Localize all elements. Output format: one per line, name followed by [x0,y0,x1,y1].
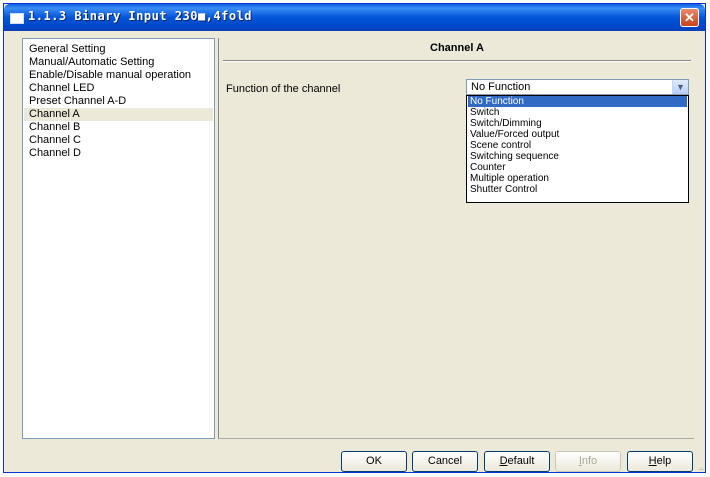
sidebar-item-preset-channel[interactable]: Preset Channel A-D [24,95,213,108]
option-shutter-control[interactable]: Shutter Control [468,184,687,195]
ok-button[interactable]: OK [341,451,407,472]
option-switching-sequence[interactable]: Switching sequence [468,151,687,162]
sidebar-item-channel-a[interactable]: Channel A [24,108,213,121]
chevron-down-icon[interactable]: ▼ [672,80,688,94]
help-label: elp [656,455,672,467]
option-counter[interactable]: Counter [468,162,687,173]
sidebar-item-channel-c[interactable]: Channel C [24,134,213,147]
window-title: 1.1.3 Binary Input 230■,4fold [28,9,253,23]
function-dropdown-value: No Function [471,81,531,93]
help-button[interactable]: Help [627,451,693,472]
sidebar-item-manual-automatic-setting[interactable]: Manual/Automatic Setting [24,56,213,69]
panel-title: Channel A [430,42,484,54]
function-label: Function of the channel [226,83,341,95]
option-scene-control[interactable]: Scene control [468,140,687,151]
close-button[interactable]: ✕ [680,8,699,27]
resize-grip-icon[interactable]: ∸ [698,465,708,475]
function-options-list: No Function Switch Switch/Dimming Value/… [466,95,689,203]
title-bar[interactable]: 1.1.3 Binary Input 230■,4fold ✕ [4,4,705,31]
sidebar-item-general-setting[interactable]: General Setting [24,43,213,56]
window-icon [10,13,24,24]
option-switch-dimming[interactable]: Switch/Dimming [468,118,687,129]
help-accel: H [648,455,657,467]
option-switch[interactable]: Switch [468,107,687,118]
default-accel: D [499,455,508,467]
option-value-forced-output[interactable]: Value/Forced output [468,129,687,140]
info-button[interactable]: Info [555,451,621,472]
sidebar-list: General Setting Manual/Automatic Setting… [22,38,215,439]
cancel-button[interactable]: Cancel [412,451,478,472]
title-divider [223,60,691,62]
sidebar-item-channel-d[interactable]: Channel D [24,147,213,160]
sidebar-item-channel-led[interactable]: Channel LED [24,82,213,95]
settings-panel: Channel A Function of the channel No Fun… [218,38,694,439]
option-no-function[interactable]: No Function [468,96,687,107]
info-label: nfo [581,455,598,467]
default-button[interactable]: Default [484,451,550,472]
function-dropdown[interactable]: No Function ▼ [466,79,689,95]
sidebar-item-channel-b[interactable]: Channel B [24,121,213,134]
sidebar-item-enable-disable-manual[interactable]: Enable/Disable manual operation [24,69,213,82]
option-multiple-operation[interactable]: Multiple operation [468,173,687,184]
default-label: efault [507,455,535,467]
